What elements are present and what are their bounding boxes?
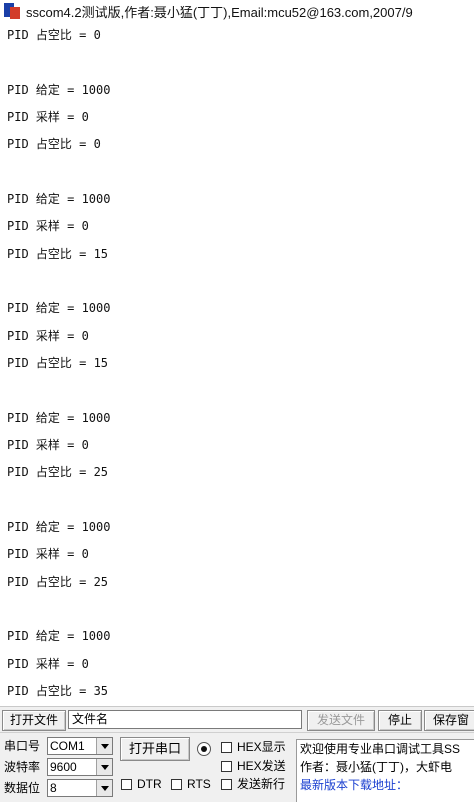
receive-line: PID 占空比 = 15 xyxy=(7,355,109,370)
port-label: 串口号 xyxy=(4,739,41,753)
hex-display-label: HEX显示 xyxy=(237,740,286,754)
receive-line: PID 给定 = 1000 xyxy=(7,519,111,534)
baud-value: 9600 xyxy=(50,760,77,774)
receive-line: PID 给定 = 1000 xyxy=(7,301,111,316)
dtr-label: DTR xyxy=(137,777,162,791)
receive-line: PID 采样 = 0 xyxy=(7,656,89,671)
receive-line: PID 给定 = 1000 xyxy=(7,629,111,644)
receive-line: PID 占空比 = 15 xyxy=(7,246,109,261)
receive-line: PID 采样 = 0 xyxy=(7,437,89,452)
port-value: COM1 xyxy=(50,739,85,753)
baud-select[interactable]: 9600 xyxy=(47,758,113,776)
receive-line: PID 占空比 = 0 xyxy=(7,137,101,152)
panel-divider xyxy=(0,732,474,733)
info-box: 欢迎使用专业串口调试工具SS 作者：聂小猛(丁丁)，大虾电 最新版本下载地址： xyxy=(296,739,474,802)
dtr-checkbox[interactable] xyxy=(121,779,132,790)
filename-input[interactable]: 文件名 xyxy=(68,710,302,729)
receive-line: PID 给定 = 1000 xyxy=(7,410,111,425)
hex-send-label: HEX发送 xyxy=(237,759,286,773)
hex-display-checkbox[interactable] xyxy=(221,742,232,753)
sscom-app-icon[interactable] xyxy=(4,3,20,19)
open-port-button[interactable]: 打开串口 xyxy=(120,737,190,761)
port-select[interactable]: COM1 xyxy=(47,737,113,755)
receive-line: PID 采样 = 0 xyxy=(7,219,89,234)
stop-button[interactable]: 停止 xyxy=(378,710,422,731)
send-newline-label: 发送新行 xyxy=(237,777,286,791)
rts-label: RTS xyxy=(187,777,211,791)
baud-label: 波特率 xyxy=(4,760,41,774)
open-file-button[interactable]: 打开文件 xyxy=(2,710,66,731)
receive-line: PID 占空比 = 25 xyxy=(7,465,109,480)
receive-line: PID 给定 = 1000 xyxy=(7,82,111,97)
chevron-down-icon[interactable] xyxy=(96,738,112,754)
chevron-down-icon[interactable] xyxy=(96,759,112,775)
save-window-button[interactable]: 保存窗 xyxy=(424,710,474,731)
receive-text-area[interactable]: PID 占空比 = 0 PID 给定 = 1000 PID 采样 = 0 PID 占空… xyxy=(0,22,474,706)
receive-line: PID 采样 = 0 xyxy=(7,109,89,124)
receive-line: PID 占空比 = 25 xyxy=(7,574,109,589)
rts-checkbox[interactable] xyxy=(171,779,182,790)
port-status-indicator xyxy=(197,742,211,756)
databits-label: 数据位 xyxy=(4,781,41,795)
receive-line: PID 占空比 = 35 xyxy=(7,683,109,698)
control-panel: 打开文件 文件名 发送文件 停止 保存窗 串口号 COM1 波特率 9600 数… xyxy=(0,706,474,802)
window-title: sscom4.2测试版,作者:聂小猛(丁丁),Email:mcu52@163.c… xyxy=(26,4,413,20)
receive-line: PID 占空比 = 0 xyxy=(7,28,101,42)
send-file-button[interactable]: 发送文件 xyxy=(307,710,375,731)
databits-select[interactable]: 8 xyxy=(47,779,113,797)
receive-line: PID 采样 = 0 xyxy=(7,547,89,562)
send-newline-checkbox[interactable] xyxy=(221,779,232,790)
databits-value: 8 xyxy=(50,781,57,795)
hex-send-checkbox[interactable] xyxy=(221,761,232,772)
chevron-down-icon[interactable] xyxy=(96,780,112,796)
info-line-welcome: 欢迎使用专业串口调试工具SS xyxy=(300,742,461,756)
info-download-link[interactable]: 最新版本下载地址： xyxy=(300,777,408,793)
info-line-author: 作者：聂小猛(丁丁)，大虾电 xyxy=(300,760,452,774)
receive-line: PID 采样 = 0 xyxy=(7,328,89,343)
title-bar: sscom4.2测试版,作者:聂小猛(丁丁),Email:mcu52@163.c… xyxy=(0,0,474,23)
receive-line: PID 给定 = 1000 xyxy=(7,191,111,206)
